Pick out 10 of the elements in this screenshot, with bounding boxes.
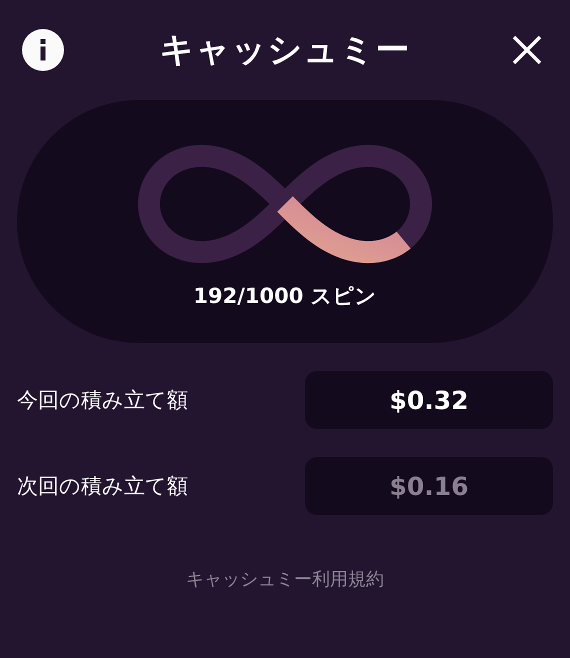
window-title: キャッシュミー — [160, 29, 410, 72]
amount-label: 次回の積み立て額 — [17, 473, 188, 500]
info-icon — [21, 28, 65, 72]
spin-count: 192/1000 スピン — [193, 282, 377, 310]
amount-value: $0.32 — [305, 371, 553, 429]
amount-value: $0.16 — [305, 457, 553, 515]
amount-label: 今回の積み立て額 — [17, 387, 188, 414]
close-icon — [511, 34, 543, 66]
terms-link[interactable]: キャッシュミー利用規約 — [186, 567, 384, 591]
info-button[interactable] — [21, 28, 65, 72]
